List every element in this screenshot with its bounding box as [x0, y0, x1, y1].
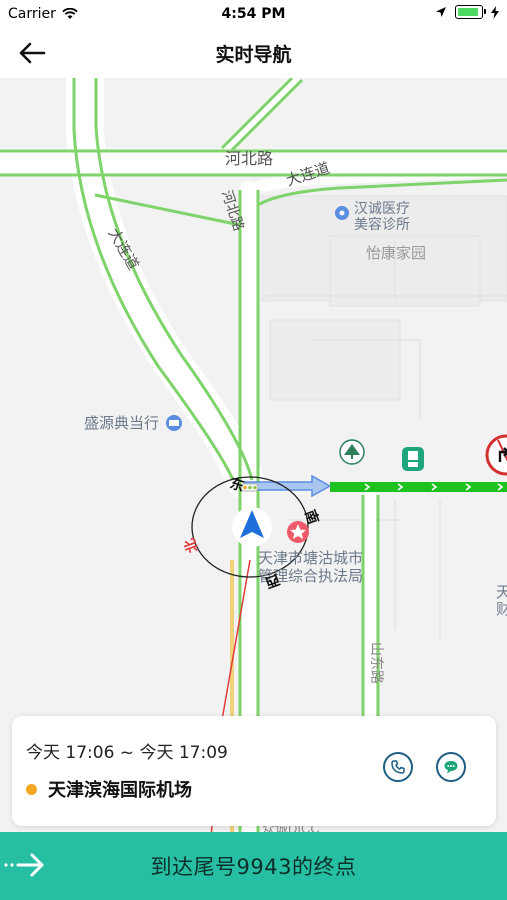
arrive-label: 到达尾号9943的终点: [150, 855, 357, 879]
clinic-icon: [335, 206, 349, 220]
status-time: 4:54 PM: [221, 6, 286, 22]
message-icon: [444, 761, 458, 774]
phone-icon: [391, 760, 405, 774]
right-edge-label-1: 天: [496, 584, 507, 601]
status-bar: Carrier 4:54 PM: [0, 0, 507, 28]
yikang-label: 怡康家园: [366, 245, 426, 262]
no-turn-sign-icon: [485, 434, 507, 476]
status-right: [435, 5, 499, 19]
call-button[interactable]: [383, 752, 413, 782]
destination-dot: [26, 784, 37, 795]
trip-info-card: 今天 17:06 ~ 今天 17:09 天津滨海国际机场: [12, 716, 496, 826]
eta-time-range: 今天 17:06 ~ 今天 17:09: [26, 743, 228, 763]
shandong-road-label: 山东路: [369, 642, 385, 684]
hebei-road-label: 河北路: [225, 150, 273, 168]
charging-bolt-icon: [491, 5, 499, 19]
nav-arrow-icon: [232, 507, 272, 547]
pawnshop-label: 盛源典当行: [84, 415, 159, 432]
page-title: 实时导航: [215, 44, 292, 66]
battery-icon: [455, 5, 486, 19]
location-arrow-icon: [436, 7, 446, 17]
destination-name: 天津滨海国际机场: [48, 780, 192, 801]
slide-arrow-icon: [4, 853, 44, 877]
arrive-action-bar[interactable]: 到达尾号9943的终点: [0, 832, 507, 900]
clinic-label-1: 汉诚医疗: [354, 200, 410, 216]
navigation-bar: 实时导航: [0, 28, 507, 78]
clinic-label-2: 美容诊所: [354, 216, 410, 232]
bus-icon: [402, 447, 424, 471]
tree-icon: [339, 439, 365, 465]
pawnshop-icon: [166, 415, 182, 431]
message-button[interactable]: [436, 752, 466, 782]
right-edge-label-2: 财: [496, 601, 507, 618]
gov-label-1: 天津市塘沽城市: [258, 550, 363, 567]
